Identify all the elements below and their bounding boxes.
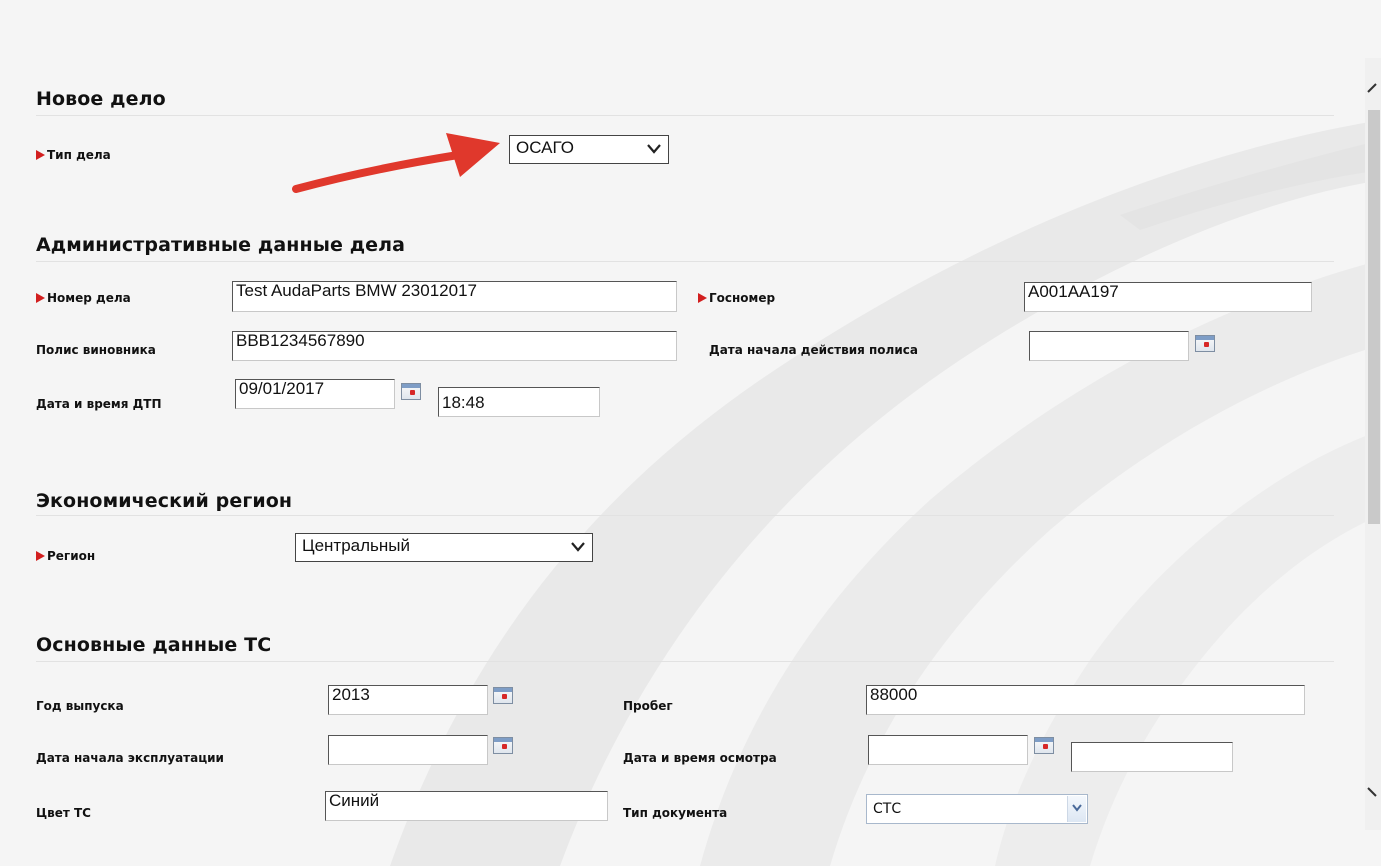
accident-time-input[interactable]: 18:48: [438, 387, 600, 417]
region-label: Регион: [36, 549, 95, 563]
plate-input[interactable]: A001AA197: [1024, 282, 1312, 312]
calendar-icon[interactable]: [493, 737, 513, 754]
required-marker-icon: [36, 293, 45, 303]
scrollbar-thumb[interactable]: [1368, 110, 1380, 524]
plate-label: Госномер: [698, 291, 775, 305]
color-input[interactable]: Синий: [325, 791, 608, 821]
inspection-datetime-label: Дата и время осмотра: [623, 751, 777, 765]
policy-input[interactable]: BBB1234567890: [232, 331, 677, 361]
section-title-new-case: Новое дело: [36, 88, 166, 110]
doc-type-label: Тип документа: [623, 806, 728, 820]
mileage-label: Пробег: [623, 699, 673, 713]
mileage-input[interactable]: 88000: [866, 685, 1305, 715]
scroll-down-icon[interactable]: [1366, 782, 1381, 802]
case-number-label: Номер дела: [36, 291, 131, 305]
doc-type-select[interactable]: СТС: [866, 794, 1088, 824]
calendar-icon[interactable]: [1034, 737, 1054, 754]
case-type-label: Тип дела: [36, 148, 111, 162]
section-divider: [36, 261, 1334, 262]
chevron-down-icon: [571, 542, 585, 552]
region-select[interactable]: Центральный: [295, 533, 593, 562]
dropdown-button[interactable]: [1067, 796, 1086, 822]
year-input[interactable]: 2013: [328, 685, 488, 715]
case-number-input[interactable]: Test AudaParts BMW 23012017: [232, 281, 677, 312]
section-divider: [36, 661, 1334, 662]
case-type-select[interactable]: ОСАГО: [509, 135, 669, 164]
section-title-admin: Административные данные дела: [36, 234, 406, 256]
inspection-date-input[interactable]: [868, 735, 1028, 765]
region-value: Центральный: [302, 536, 410, 555]
calendar-icon[interactable]: [1195, 335, 1215, 352]
red-arrow-icon: [292, 133, 500, 193]
year-label: Год выпуска: [36, 699, 124, 713]
policy-start-input[interactable]: [1029, 331, 1189, 361]
chevron-down-icon: [647, 144, 661, 154]
section-divider: [36, 515, 1334, 516]
operation-start-input[interactable]: [328, 735, 488, 765]
inspection-time-input[interactable]: [1071, 742, 1233, 772]
operation-start-label: Дата начала эксплуатации: [36, 751, 224, 765]
calendar-icon[interactable]: [493, 687, 513, 704]
accident-datetime-label: Дата и время ДТП: [36, 397, 162, 411]
section-divider: [36, 115, 1334, 116]
accident-date-input[interactable]: 09/01/2017: [235, 379, 395, 409]
calendar-icon[interactable]: [401, 383, 421, 400]
section-title-region: Экономический регион: [36, 490, 293, 512]
scroll-up-icon[interactable]: [1366, 78, 1381, 98]
case-type-value: ОСАГО: [516, 138, 574, 157]
doc-type-value: СТС: [873, 801, 902, 817]
policy-start-label: Дата начала действия полиса: [709, 343, 918, 357]
required-marker-icon: [36, 551, 45, 561]
required-marker-icon: [698, 293, 707, 303]
chevron-down-icon: [1072, 804, 1082, 812]
color-label: Цвет ТС: [36, 806, 91, 820]
required-marker-icon: [36, 150, 45, 160]
section-title-vehicle: Основные данные ТС: [36, 634, 272, 656]
policy-label: Полис виновника: [36, 343, 156, 357]
